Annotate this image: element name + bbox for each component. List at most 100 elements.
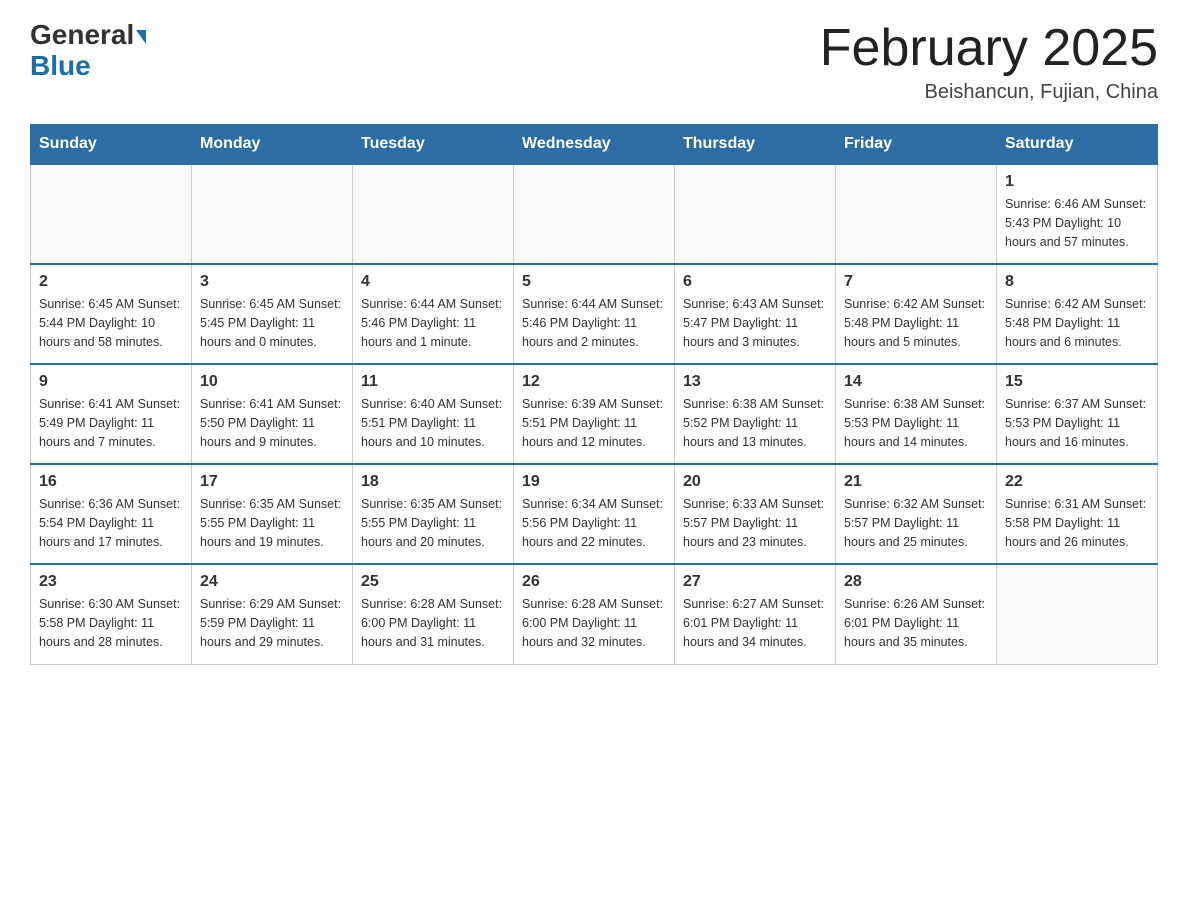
header-row: SundayMondayTuesdayWednesdayThursdayFrid… [31,125,1158,165]
day-number: 18 [361,473,505,491]
day-info: Sunrise: 6:40 AM Sunset: 5:51 PM Dayligh… [361,395,505,451]
day-cell: 18 Sunrise: 6:35 AM Sunset: 5:55 PM Dayli… [353,464,514,564]
day-info: Sunrise: 6:30 AM Sunset: 5:58 PM Dayligh… [39,595,183,651]
week-row-1: 1Sunrise: 6:46 AM Sunset: 5:43 PM Daylig… [31,164,1158,264]
day-cell: 19 Sunrise: 6:34 AM Sunset: 5:56 PM Dayli… [514,464,675,564]
week-row-5: 23 Sunrise: 6:30 AM Sunset: 5:58 PM Dayli… [31,564,1158,664]
day-info: Sunrise: 6:31 AM Sunset: 5:58 PM Dayligh… [1005,495,1149,551]
day-number: 16 [39,473,183,491]
day-number: 21 [844,473,988,491]
day-number: 13 [683,373,827,391]
day-cell [836,164,997,264]
day-cell [675,164,836,264]
col-header-friday: Friday [836,125,997,165]
day-cell: 23 Sunrise: 6:30 AM Sunset: 5:58 PM Dayli… [31,564,192,664]
day-info: Sunrise: 6:38 AM Sunset: 5:53 PM Dayligh… [844,395,988,451]
day-number: 27 [683,573,827,591]
day-cell: 2Sunrise: 6:45 AM Sunset: 5:44 PM Daylig… [31,264,192,364]
day-number: 9 [39,373,183,391]
day-cell: 12Sunrise: 6:39 AM Sunset: 5:51 PM Dayli… [514,364,675,464]
day-cell: 27Sunrise: 6:27 AM Sunset: 6:01 PM Dayli… [675,564,836,664]
col-header-sunday: Sunday [31,125,192,165]
logo-area: General Blue [30,20,146,82]
day-cell [31,164,192,264]
day-cell: 7 Sunrise: 6:42 AM Sunset: 5:48 PM Daylig… [836,264,997,364]
col-header-wednesday: Wednesday [514,125,675,165]
day-info: Sunrise: 6:28 AM Sunset: 6:00 PM Dayligh… [522,595,666,651]
logo-triangle-icon [136,30,146,44]
week-row-3: 9 Sunrise: 6:41 AM Sunset: 5:49 PM Daylig… [31,364,1158,464]
day-number: 7 [844,273,988,291]
day-info: Sunrise: 6:26 AM Sunset: 6:01 PM Dayligh… [844,595,988,651]
day-number: 5 [522,273,666,291]
day-cell: 16 Sunrise: 6:36 AM Sunset: 5:54 PM Dayli… [31,464,192,564]
day-cell: 14 Sunrise: 6:38 AM Sunset: 5:53 PM Dayli… [836,364,997,464]
day-number: 6 [683,273,827,291]
calendar-title: February 2025 [820,20,1158,77]
day-number: 2 [39,273,183,291]
day-number: 1 [1005,173,1149,191]
location-subtitle: Beishancun, Fujian, China [820,81,1158,104]
day-number: 4 [361,273,505,291]
day-cell [353,164,514,264]
day-number: 8 [1005,273,1149,291]
day-number: 24 [200,573,344,591]
day-cell [997,564,1158,664]
day-info: Sunrise: 6:45 AM Sunset: 5:45 PM Dayligh… [200,295,344,351]
day-info: Sunrise: 6:44 AM Sunset: 5:46 PM Dayligh… [361,295,505,351]
day-cell: 24Sunrise: 6:29 AM Sunset: 5:59 PM Dayli… [192,564,353,664]
calendar-table: SundayMondayTuesdayWednesdayThursdayFrid… [30,124,1158,665]
day-cell: 28 Sunrise: 6:26 AM Sunset: 6:01 PM Dayli… [836,564,997,664]
day-info: Sunrise: 6:34 AM Sunset: 5:56 PM Dayligh… [522,495,666,551]
day-info: Sunrise: 6:35 AM Sunset: 5:55 PM Dayligh… [361,495,505,551]
day-number: 25 [361,573,505,591]
day-info: Sunrise: 6:39 AM Sunset: 5:51 PM Dayligh… [522,395,666,451]
day-number: 15 [1005,373,1149,391]
day-info: Sunrise: 6:43 AM Sunset: 5:47 PM Dayligh… [683,295,827,351]
day-info: Sunrise: 6:44 AM Sunset: 5:46 PM Dayligh… [522,295,666,351]
day-cell: 15 Sunrise: 6:37 AM Sunset: 5:53 PM Dayli… [997,364,1158,464]
day-cell: 20Sunrise: 6:33 AM Sunset: 5:57 PM Dayli… [675,464,836,564]
logo-general: General [30,19,134,50]
day-cell: 17 Sunrise: 6:35 AM Sunset: 5:55 PM Dayli… [192,464,353,564]
day-info: Sunrise: 6:41 AM Sunset: 5:49 PM Dayligh… [39,395,183,451]
day-cell [514,164,675,264]
day-number: 11 [361,373,505,391]
day-cell: 21Sunrise: 6:32 AM Sunset: 5:57 PM Dayli… [836,464,997,564]
day-number: 23 [39,573,183,591]
day-cell: 25 Sunrise: 6:28 AM Sunset: 6:00 PM Dayli… [353,564,514,664]
day-info: Sunrise: 6:38 AM Sunset: 5:52 PM Dayligh… [683,395,827,451]
week-row-4: 16 Sunrise: 6:36 AM Sunset: 5:54 PM Dayli… [31,464,1158,564]
day-number: 3 [200,273,344,291]
day-info: Sunrise: 6:36 AM Sunset: 5:54 PM Dayligh… [39,495,183,551]
day-number: 14 [844,373,988,391]
day-cell: 1Sunrise: 6:46 AM Sunset: 5:43 PM Daylig… [997,164,1158,264]
day-cell: 22Sunrise: 6:31 AM Sunset: 5:58 PM Dayli… [997,464,1158,564]
day-info: Sunrise: 6:42 AM Sunset: 5:48 PM Dayligh… [844,295,988,351]
day-cell: 3 Sunrise: 6:45 AM Sunset: 5:45 PM Daylig… [192,264,353,364]
day-info: Sunrise: 6:28 AM Sunset: 6:00 PM Dayligh… [361,595,505,651]
col-header-tuesday: Tuesday [353,125,514,165]
day-number: 28 [844,573,988,591]
day-info: Sunrise: 6:35 AM Sunset: 5:55 PM Dayligh… [200,495,344,551]
week-row-2: 2Sunrise: 6:45 AM Sunset: 5:44 PM Daylig… [31,264,1158,364]
day-number: 17 [200,473,344,491]
page-header: General Blue February 2025 Beishancun, F… [30,20,1158,104]
day-info: Sunrise: 6:33 AM Sunset: 5:57 PM Dayligh… [683,495,827,551]
day-number: 10 [200,373,344,391]
day-cell: 8 Sunrise: 6:42 AM Sunset: 5:48 PM Daylig… [997,264,1158,364]
title-area: February 2025 Beishancun, Fujian, China [820,20,1158,104]
day-info: Sunrise: 6:42 AM Sunset: 5:48 PM Dayligh… [1005,295,1149,351]
col-header-saturday: Saturday [997,125,1158,165]
day-number: 26 [522,573,666,591]
logo-blue: Blue [30,50,91,81]
day-cell: 13 Sunrise: 6:38 AM Sunset: 5:52 PM Dayli… [675,364,836,464]
col-header-thursday: Thursday [675,125,836,165]
day-number: 19 [522,473,666,491]
day-cell [192,164,353,264]
day-info: Sunrise: 6:37 AM Sunset: 5:53 PM Dayligh… [1005,395,1149,451]
day-cell: 26 Sunrise: 6:28 AM Sunset: 6:00 PM Dayli… [514,564,675,664]
day-cell: 9 Sunrise: 6:41 AM Sunset: 5:49 PM Daylig… [31,364,192,464]
day-cell: 6 Sunrise: 6:43 AM Sunset: 5:47 PM Daylig… [675,264,836,364]
day-info: Sunrise: 6:41 AM Sunset: 5:50 PM Dayligh… [200,395,344,451]
